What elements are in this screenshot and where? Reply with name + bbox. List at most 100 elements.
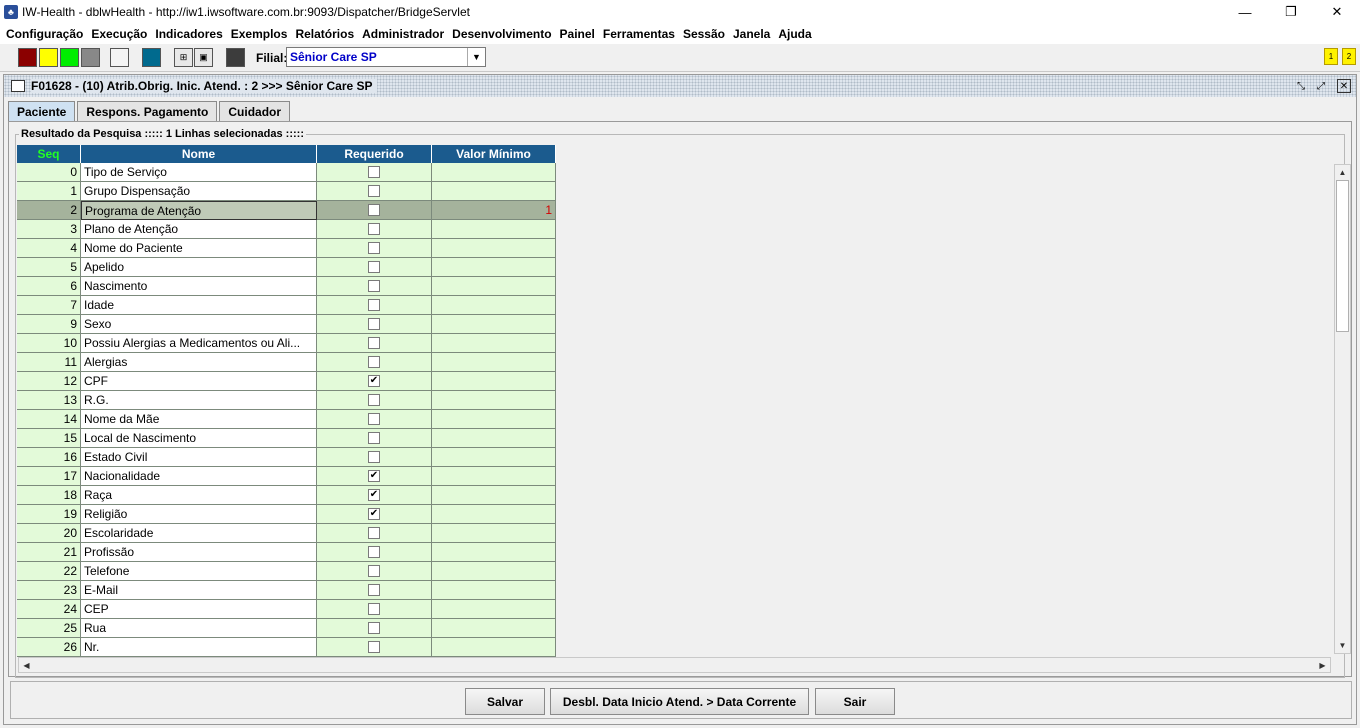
color-button-gray[interactable] [81,48,100,67]
menu-item-10[interactable]: Janela [729,27,774,41]
table-row[interactable]: 16 Estado Civil [17,448,556,467]
filial-select[interactable]: Sênior Care SP ▼ [286,47,486,67]
required-checkbox[interactable] [368,242,380,254]
color-button-green[interactable] [60,48,79,67]
required-checkbox[interactable]: ✔ [368,470,380,482]
cell-valor-minimo[interactable] [432,239,556,258]
column-header-valor-minimo[interactable]: Valor Mínimo [432,145,556,163]
required-checkbox[interactable] [368,432,380,444]
cell-valor-minimo[interactable] [432,258,556,277]
color-button-yellow[interactable] [39,48,58,67]
shrink-icon[interactable]: ⤡ [1294,79,1308,93]
cell-valor-minimo[interactable] [432,163,556,182]
menu-item-5[interactable]: Administrador [358,27,448,41]
tab-0[interactable]: Paciente [8,101,76,121]
cell-valor-minimo[interactable] [432,315,556,334]
required-checkbox[interactable] [368,356,380,368]
required-checkbox[interactable] [368,261,380,273]
vertical-scroll-thumb[interactable] [1336,180,1349,332]
required-checkbox[interactable] [368,280,380,292]
color-button-darkred[interactable] [18,48,37,67]
menu-item-3[interactable]: Exemplos [227,27,292,41]
menu-item-6[interactable]: Desenvolvimento [448,27,555,41]
scroll-down-icon[interactable]: ▼ [1335,638,1350,653]
menu-item-11[interactable]: Ajuda [774,27,815,41]
required-checkbox[interactable] [368,584,380,596]
table-row[interactable]: 0 Tipo de Serviço [17,163,556,182]
required-checkbox[interactable]: ✔ [368,489,380,501]
required-checkbox[interactable] [368,223,380,235]
table-row[interactable]: 10 Possiu Alergias a Medicamentos ou Ali.… [17,334,556,353]
table-row[interactable]: 23 E-Mail [17,581,556,600]
cell-valor-minimo[interactable] [432,467,556,486]
table-row[interactable]: 22 Telefone [17,562,556,581]
required-checkbox[interactable] [368,337,380,349]
table-row[interactable]: 14 Nome da Mãe [17,410,556,429]
cell-valor-minimo[interactable] [432,277,556,296]
cell-valor-minimo[interactable] [432,448,556,467]
unlock-date-button[interactable]: Desbl. Data Inicio Atend. > Data Corrent… [550,688,809,715]
required-checkbox[interactable] [368,166,380,178]
required-checkbox[interactable] [368,565,380,577]
table-row[interactable]: 25 Rua [17,619,556,638]
close-button[interactable]: ✕ [1314,0,1360,24]
scroll-left-icon[interactable]: ◀ [19,658,34,673]
cell-valor-minimo[interactable] [432,410,556,429]
table-row[interactable]: 4 Nome do Paciente [17,239,556,258]
cell-valor-minimo[interactable] [432,543,556,562]
table-row[interactable]: 5 Apelido [17,258,556,277]
cell-valor-minimo[interactable] [432,372,556,391]
table-row[interactable]: 9 Sexo [17,315,556,334]
table-row[interactable]: 19 Religião ✔ [17,505,556,524]
cell-valor-minimo[interactable] [432,505,556,524]
required-checkbox[interactable] [368,299,380,311]
horizontal-scrollbar[interactable]: ◀ ▶ [18,657,1331,673]
column-header-nome[interactable]: Nome [81,145,317,163]
table-row[interactable]: 13 R.G. [17,391,556,410]
table-row[interactable]: 3 Plano de Atenção [17,220,556,239]
cell-valor-minimo[interactable] [432,638,556,657]
cell-valor-minimo[interactable] [432,524,556,543]
cell-valor-minimo[interactable] [432,429,556,448]
table-row[interactable]: 11 Alergias [17,353,556,372]
tree-icon[interactable]: ⊞ [174,48,193,67]
menu-item-2[interactable]: Indicadores [151,27,226,41]
menu-item-7[interactable]: Painel [556,27,599,41]
color-button-dark[interactable] [226,48,245,67]
save-button[interactable]: Salvar [465,688,545,715]
table-row[interactable]: 24 CEP [17,600,556,619]
required-checkbox[interactable] [368,394,380,406]
table-row[interactable]: 2 Programa de Atenção 1 [17,201,556,220]
table-row[interactable]: 20 Escolaridade [17,524,556,543]
cell-valor-minimo[interactable] [432,353,556,372]
required-checkbox[interactable]: ✔ [368,375,380,387]
exit-button[interactable]: Sair [815,688,895,715]
tab-2[interactable]: Cuidador [219,101,291,121]
required-checkbox[interactable] [368,622,380,634]
cell-valor-minimo[interactable] [432,562,556,581]
menu-item-9[interactable]: Sessão [679,27,729,41]
table-row[interactable]: 7 Idade [17,296,556,315]
cell-valor-minimo[interactable] [432,334,556,353]
minimize-button[interactable]: — [1222,0,1268,24]
table-row[interactable]: 26 Nr. [17,638,556,657]
table-row[interactable]: 17 Nacionalidade ✔ [17,467,556,486]
cell-valor-minimo[interactable] [432,182,556,201]
required-checkbox[interactable] [368,185,380,197]
maximize-icon[interactable]: ⤢ [1314,79,1328,93]
column-header-requerido[interactable]: Requerido [317,145,432,163]
table-row[interactable]: 1 Grupo Dispensação [17,182,556,201]
cell-valor-minimo[interactable] [432,600,556,619]
required-checkbox[interactable] [368,641,380,653]
cell-valor-minimo[interactable] [432,296,556,315]
scroll-up-icon[interactable]: ▲ [1335,165,1350,180]
frame-close-icon[interactable]: ✕ [1337,79,1351,93]
required-checkbox[interactable] [368,546,380,558]
tab-1[interactable]: Respons. Pagamento [77,101,218,121]
menu-item-4[interactable]: Relatórios [291,27,358,41]
required-checkbox[interactable] [368,204,380,216]
required-checkbox[interactable] [368,318,380,330]
cell-valor-minimo[interactable] [432,619,556,638]
required-checkbox[interactable] [368,451,380,463]
cell-valor-minimo[interactable] [432,220,556,239]
